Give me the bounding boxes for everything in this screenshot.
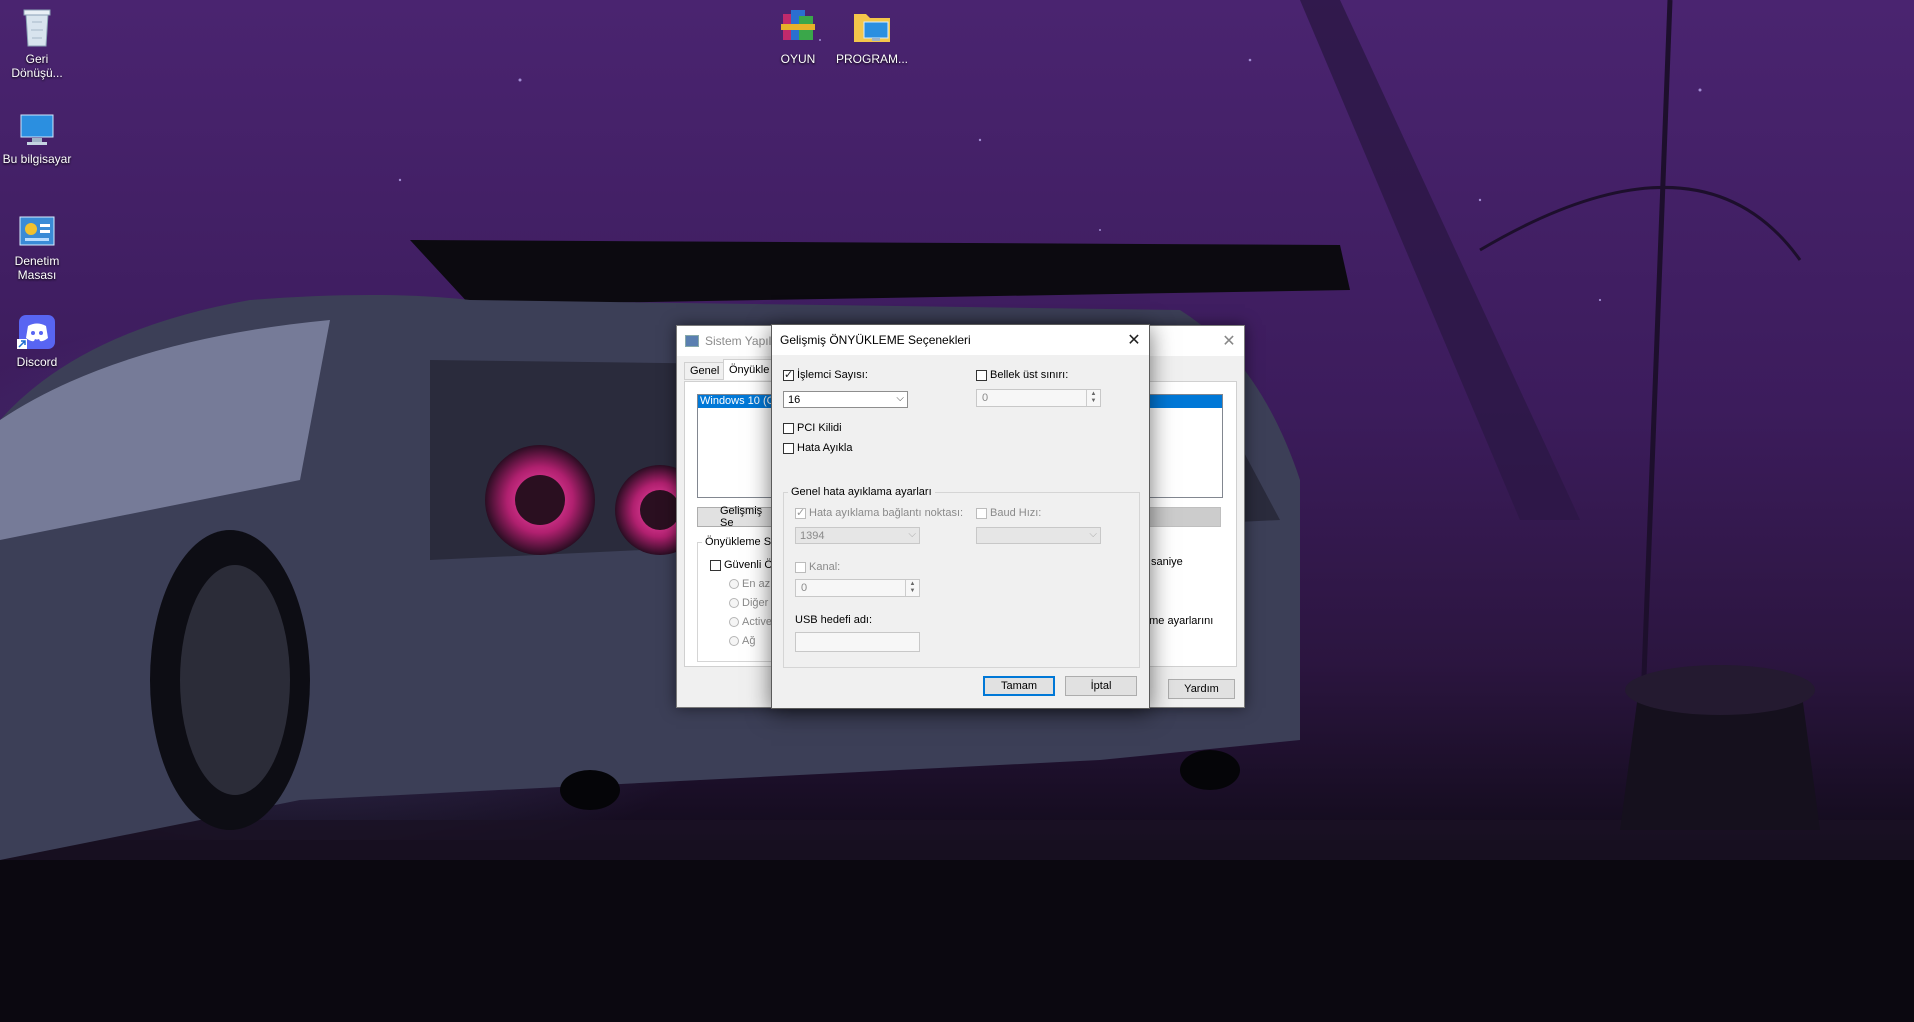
channel-value: 0 — [801, 582, 808, 594]
baud-rate-label: Baud Hızı: — [990, 507, 1042, 519]
desktop-icon-label: OYUN — [780, 52, 816, 66]
processor-count-dropdown[interactable]: 16 ⌵ — [783, 391, 908, 408]
debug-label: Hata Ayıkla — [797, 442, 853, 454]
max-memory-row[interactable]: Bellek üst sınırı: — [976, 369, 1068, 381]
safe-boot-checkbox-row[interactable]: Güvenli Ö — [710, 559, 773, 571]
radio-row-active[interactable]: Active — [729, 616, 772, 628]
system-config-title: Sistem Yapıla — [705, 334, 778, 348]
channel-row[interactable]: Kanal: — [795, 561, 840, 573]
desktop-icon-program[interactable]: PROGRAM... — [836, 6, 908, 66]
radio-active[interactable] — [729, 617, 739, 627]
safe-boot-label: Güvenli Ö — [724, 559, 773, 571]
pci-lock-checkbox[interactable] — [783, 422, 794, 434]
processor-count-value: 16 — [788, 393, 801, 406]
desktop-icon-label: Denetim Masası — [14, 254, 60, 282]
button-label: Tamam — [1000, 680, 1038, 692]
processor-count-checkbox[interactable] — [783, 368, 794, 381]
debug-port-value: 1394 — [800, 529, 825, 542]
desktop-icon-label: PROGRAM... — [836, 52, 909, 66]
cancel-button[interactable]: İptal — [1065, 676, 1137, 696]
tab-label: Genel — [690, 365, 720, 377]
spin-up-down-icon[interactable]: ▲ ▼ — [1086, 390, 1100, 406]
folder-icon — [854, 14, 890, 42]
radio-label: En az — [742, 578, 771, 590]
button-label: İptal — [1090, 680, 1112, 692]
radio-row-network[interactable]: Ağ — [729, 635, 755, 647]
make-permanent-label: eme ayarlarını — [1143, 615, 1214, 627]
radio-minimal[interactable] — [729, 579, 739, 589]
debug-port-label: Hata ayıklama bağlantı noktası: — [809, 507, 964, 519]
baud-rate-dropdown[interactable]: ⌵ — [976, 527, 1101, 544]
desktop-icon-this-pc[interactable]: Bu bilgisayar — [1, 112, 73, 166]
os-list-item-label: Windows 10 (C — [700, 395, 775, 407]
debug-settings-label: Genel hata ayıklama ayarları — [788, 486, 935, 498]
channel-label: Kanal: — [809, 561, 841, 573]
pci-lock-label: PCI Kilidi — [797, 422, 842, 434]
msconfig-icon — [685, 335, 699, 347]
radio-row-other[interactable]: Diğer — [729, 597, 768, 609]
channel-checkbox[interactable] — [795, 561, 806, 573]
usb-target-label: USB hedefi adı: — [795, 614, 873, 626]
max-memory-value: 0 — [982, 392, 989, 404]
channel-input[interactable]: 0 ▲ ▼ — [795, 579, 920, 597]
desktop-icon-label: Bu bilgisayar — [2, 152, 72, 166]
advanced-options-button[interactable]: Gelişmiş Se — [697, 505, 777, 529]
button-label: Yardım — [1184, 683, 1219, 695]
radio-label: Diğer — [742, 597, 769, 609]
desktop-icon-oyun[interactable]: OYUN — [762, 6, 834, 66]
usb-target-input[interactable] — [795, 632, 920, 652]
advanced-boot-options-dialog: Gelişmiş ÖNYÜKLEME Seçenekleri ✕ İşlemci… — [771, 324, 1150, 709]
debug-port-row[interactable]: Hata ayıklama bağlantı noktası: — [795, 506, 964, 519]
max-memory-input[interactable]: 0 ▲ ▼ — [976, 389, 1101, 407]
pci-lock-row[interactable]: PCI Kilidi — [783, 422, 842, 434]
computer-icon — [20, 114, 54, 145]
baud-rate-checkbox[interactable] — [976, 507, 987, 519]
radio-row-minimal[interactable]: En az — [729, 578, 770, 590]
chevron-down-icon: ⌵ — [908, 529, 916, 540]
max-memory-checkbox[interactable] — [976, 369, 987, 381]
button-label: Gelişmiş Se — [720, 505, 763, 529]
processor-count-label: İşlemci Sayısı: — [797, 369, 868, 381]
dialog-close-button[interactable]: ✕ — [1119, 325, 1149, 355]
radio-label: Ağ — [742, 635, 756, 647]
recycle-bin-icon — [23, 9, 51, 47]
safe-boot-checkbox[interactable] — [710, 559, 721, 571]
processor-count-row[interactable]: İşlemci Sayısı: — [783, 368, 868, 381]
timeout-unit-label: saniye — [1151, 556, 1183, 568]
desktop-icon-control-panel[interactable]: Denetim Masası — [1, 214, 73, 282]
help-button[interactable]: Yardım — [1168, 679, 1235, 699]
debug-row[interactable]: Hata Ayıkla — [783, 442, 852, 454]
advanced-boot-options-titlebar: Gelişmiş ÖNYÜKLEME Seçenekleri — [772, 325, 1149, 355]
boot-options-label: Önyükleme Se — [702, 536, 781, 548]
radio-network[interactable] — [729, 636, 739, 646]
debug-port-checkbox[interactable] — [795, 506, 806, 519]
control-panel-icon — [19, 216, 55, 246]
dialog-title: Gelişmiş ÖNYÜKLEME Seçenekleri — [780, 333, 971, 347]
debug-port-dropdown[interactable]: 1394 ⌵ — [795, 527, 920, 544]
tab-genel[interactable]: Genel — [684, 362, 726, 380]
desktop-icon-recycle-bin[interactable]: Geri Dönüşü... — [1, 6, 73, 80]
radio-other[interactable] — [729, 598, 739, 608]
desktop-icon-label: Discord — [16, 355, 58, 369]
tab-onyukleme[interactable]: Önyükle — [723, 359, 776, 380]
chevron-down-icon: ⌵ — [896, 393, 904, 404]
winrar-archive-icon — [781, 10, 815, 40]
desktop-icon-discord[interactable]: Discord — [1, 313, 73, 369]
baud-rate-row[interactable]: Baud Hızı: — [976, 507, 1041, 519]
delete-button-bg[interactable] — [1141, 507, 1221, 527]
ok-button[interactable]: Tamam — [983, 676, 1055, 696]
chevron-down-icon: ⌵ — [1089, 529, 1097, 540]
system-config-close-button[interactable]: ✕ — [1214, 326, 1244, 356]
debug-checkbox[interactable] — [783, 442, 794, 454]
tab-label: Önyükle — [729, 364, 770, 376]
spin-up-down-icon[interactable]: ▲ ▼ — [905, 580, 919, 596]
max-memory-label: Bellek üst sınırı: — [990, 369, 1069, 381]
discord-icon — [17, 315, 55, 349]
radio-label: Active — [742, 616, 772, 628]
desktop-icon-label: Geri Dönüşü... — [11, 52, 63, 80]
